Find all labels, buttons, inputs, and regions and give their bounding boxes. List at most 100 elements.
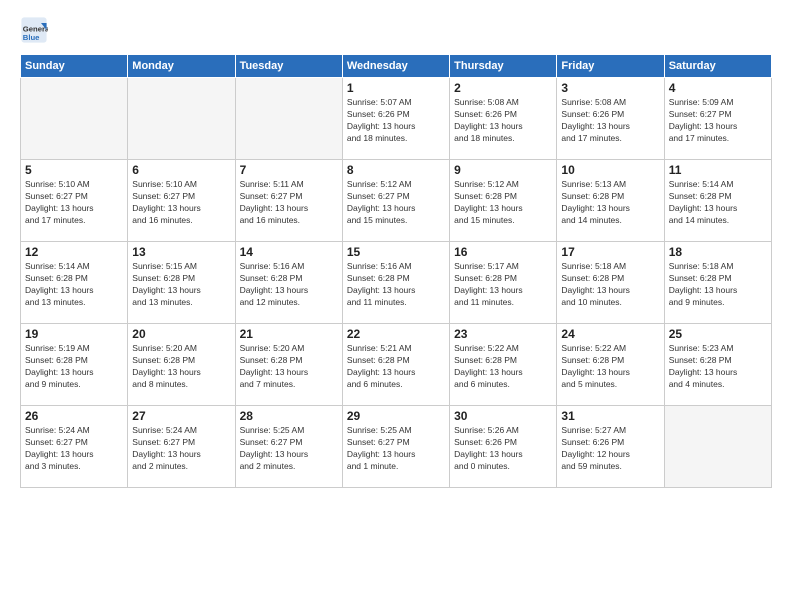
day-info: Sunrise: 5:15 AMSunset: 6:28 PMDaylight:… [132, 261, 230, 309]
day-number: 8 [347, 163, 445, 177]
calendar-cell: 31 Sunrise: 5:27 AMSunset: 6:26 PMDayligh… [557, 406, 664, 488]
day-info: Sunrise: 5:08 AMSunset: 6:26 PMDaylight:… [561, 97, 659, 145]
weekday-header-row: SundayMondayTuesdayWednesdayThursdayFrid… [21, 55, 772, 78]
calendar-cell: 11 Sunrise: 5:14 AMSunset: 6:28 PMDayligh… [664, 160, 771, 242]
day-info: Sunrise: 5:22 AMSunset: 6:28 PMDaylight:… [561, 343, 659, 391]
calendar-cell: 3 Sunrise: 5:08 AMSunset: 6:26 PMDaylight… [557, 78, 664, 160]
day-number: 24 [561, 327, 659, 341]
calendar-cell: 22 Sunrise: 5:21 AMSunset: 6:28 PMDayligh… [342, 324, 449, 406]
day-info: Sunrise: 5:08 AMSunset: 6:26 PMDaylight:… [454, 97, 552, 145]
calendar-cell: 1 Sunrise: 5:07 AMSunset: 6:26 PMDaylight… [342, 78, 449, 160]
day-info: Sunrise: 5:18 AMSunset: 6:28 PMDaylight:… [669, 261, 767, 309]
calendar-cell: 10 Sunrise: 5:13 AMSunset: 6:28 PMDayligh… [557, 160, 664, 242]
day-info: Sunrise: 5:25 AMSunset: 6:27 PMDaylight:… [240, 425, 338, 473]
day-number: 16 [454, 245, 552, 259]
calendar-week-3: 12Sunrise: 5:14 AMSunset: 6:28 PMDayligh… [21, 242, 772, 324]
calendar-cell [664, 406, 771, 488]
day-info: Sunrise: 5:17 AMSunset: 6:28 PMDaylight:… [454, 261, 552, 309]
svg-text:Blue: Blue [23, 33, 40, 42]
day-number: 31 [561, 409, 659, 423]
calendar-cell: 15 Sunrise: 5:16 AMSunset: 6:28 PMDayligh… [342, 242, 449, 324]
logo: General Blue [20, 16, 52, 44]
day-number: 17 [561, 245, 659, 259]
day-number: 12 [25, 245, 123, 259]
calendar-cell: 24 Sunrise: 5:22 AMSunset: 6:28 PMDayligh… [557, 324, 664, 406]
day-number: 18 [669, 245, 767, 259]
day-number: 27 [132, 409, 230, 423]
calendar-week-2: 5Sunrise: 5:10 AMSunset: 6:27 PMDaylight… [21, 160, 772, 242]
calendar-cell: 27 Sunrise: 5:24 AMSunset: 6:27 PMDayligh… [128, 406, 235, 488]
calendar-cell: 8 Sunrise: 5:12 AMSunset: 6:27 PMDaylight… [342, 160, 449, 242]
day-info: Sunrise: 5:13 AMSunset: 6:28 PMDaylight:… [561, 179, 659, 227]
day-number: 13 [132, 245, 230, 259]
calendar-cell: 16 Sunrise: 5:17 AMSunset: 6:28 PMDayligh… [450, 242, 557, 324]
calendar-cell: 9 Sunrise: 5:12 AMSunset: 6:28 PMDaylight… [450, 160, 557, 242]
day-info: Sunrise: 5:21 AMSunset: 6:28 PMDaylight:… [347, 343, 445, 391]
day-info: Sunrise: 5:10 AMSunset: 6:27 PMDaylight:… [132, 179, 230, 227]
day-number: 15 [347, 245, 445, 259]
day-info: Sunrise: 5:24 AMSunset: 6:27 PMDaylight:… [132, 425, 230, 473]
day-info: Sunrise: 5:18 AMSunset: 6:28 PMDaylight:… [561, 261, 659, 309]
day-info: Sunrise: 5:11 AMSunset: 6:27 PMDaylight:… [240, 179, 338, 227]
day-info: Sunrise: 5:14 AMSunset: 6:28 PMDaylight:… [669, 179, 767, 227]
day-info: Sunrise: 5:22 AMSunset: 6:28 PMDaylight:… [454, 343, 552, 391]
day-number: 6 [132, 163, 230, 177]
calendar-week-4: 19 Sunrise: 5:19 AMSunset: 6:28 PMDayligh… [21, 324, 772, 406]
calendar-cell: 30Sunrise: 5:26 AMSunset: 6:26 PMDayligh… [450, 406, 557, 488]
day-info: Sunrise: 5:12 AMSunset: 6:28 PMDaylight:… [454, 179, 552, 227]
weekday-header-saturday: Saturday [664, 55, 771, 78]
day-number: 23 [454, 327, 552, 341]
day-number: 10 [561, 163, 659, 177]
day-info: Sunrise: 5:20 AMSunset: 6:28 PMDaylight:… [240, 343, 338, 391]
weekday-header-friday: Friday [557, 55, 664, 78]
day-info: Sunrise: 5:10 AMSunset: 6:27 PMDaylight:… [25, 179, 123, 227]
calendar-cell: 19 Sunrise: 5:19 AMSunset: 6:28 PMDayligh… [21, 324, 128, 406]
calendar-cell: 17 Sunrise: 5:18 AMSunset: 6:28 PMDayligh… [557, 242, 664, 324]
calendar-cell: 29Sunrise: 5:25 AMSunset: 6:27 PMDayligh… [342, 406, 449, 488]
day-number: 22 [347, 327, 445, 341]
day-info: Sunrise: 5:07 AMSunset: 6:26 PMDaylight:… [347, 97, 445, 145]
calendar-cell: 13 Sunrise: 5:15 AMSunset: 6:28 PMDayligh… [128, 242, 235, 324]
page-header: General Blue [20, 16, 772, 44]
logo-icon: General Blue [20, 16, 48, 44]
calendar-cell: 12Sunrise: 5:14 AMSunset: 6:28 PMDayligh… [21, 242, 128, 324]
calendar-cell: 7 Sunrise: 5:11 AMSunset: 6:27 PMDaylight… [235, 160, 342, 242]
weekday-header-tuesday: Tuesday [235, 55, 342, 78]
calendar-week-5: 26 Sunrise: 5:24 AMSunset: 6:27 PMDayligh… [21, 406, 772, 488]
day-number: 2 [454, 81, 552, 95]
day-info: Sunrise: 5:20 AMSunset: 6:28 PMDaylight:… [132, 343, 230, 391]
calendar-cell: 25Sunrise: 5:23 AMSunset: 6:28 PMDayligh… [664, 324, 771, 406]
day-number: 3 [561, 81, 659, 95]
day-info: Sunrise: 5:24 AMSunset: 6:27 PMDaylight:… [25, 425, 123, 473]
day-number: 19 [25, 327, 123, 341]
day-info: Sunrise: 5:12 AMSunset: 6:27 PMDaylight:… [347, 179, 445, 227]
day-info: Sunrise: 5:16 AMSunset: 6:28 PMDaylight:… [240, 261, 338, 309]
calendar-week-1: 1 Sunrise: 5:07 AMSunset: 6:26 PMDaylight… [21, 78, 772, 160]
day-number: 4 [669, 81, 767, 95]
day-number: 30 [454, 409, 552, 423]
day-info: Sunrise: 5:25 AMSunset: 6:27 PMDaylight:… [347, 425, 445, 473]
weekday-header-thursday: Thursday [450, 55, 557, 78]
calendar-cell [21, 78, 128, 160]
calendar-cell: 2 Sunrise: 5:08 AMSunset: 6:26 PMDaylight… [450, 78, 557, 160]
day-info: Sunrise: 5:27 AMSunset: 6:26 PMDaylight:… [561, 425, 659, 473]
weekday-header-monday: Monday [128, 55, 235, 78]
calendar-cell: 5Sunrise: 5:10 AMSunset: 6:27 PMDaylight… [21, 160, 128, 242]
day-info: Sunrise: 5:19 AMSunset: 6:28 PMDaylight:… [25, 343, 123, 391]
calendar-cell: 28Sunrise: 5:25 AMSunset: 6:27 PMDayligh… [235, 406, 342, 488]
calendar-cell: 6 Sunrise: 5:10 AMSunset: 6:27 PMDaylight… [128, 160, 235, 242]
calendar-cell: 26 Sunrise: 5:24 AMSunset: 6:27 PMDayligh… [21, 406, 128, 488]
day-number: 9 [454, 163, 552, 177]
day-number: 20 [132, 327, 230, 341]
day-number: 11 [669, 163, 767, 177]
weekday-header-sunday: Sunday [21, 55, 128, 78]
day-number: 7 [240, 163, 338, 177]
day-info: Sunrise: 5:16 AMSunset: 6:28 PMDaylight:… [347, 261, 445, 309]
calendar-cell: 23 Sunrise: 5:22 AMSunset: 6:28 PMDayligh… [450, 324, 557, 406]
calendar-cell: 20 Sunrise: 5:20 AMSunset: 6:28 PMDayligh… [128, 324, 235, 406]
day-info: Sunrise: 5:23 AMSunset: 6:28 PMDaylight:… [669, 343, 767, 391]
calendar-cell [128, 78, 235, 160]
calendar-table: SundayMondayTuesdayWednesdayThursdayFrid… [20, 54, 772, 488]
day-number: 1 [347, 81, 445, 95]
day-number: 26 [25, 409, 123, 423]
